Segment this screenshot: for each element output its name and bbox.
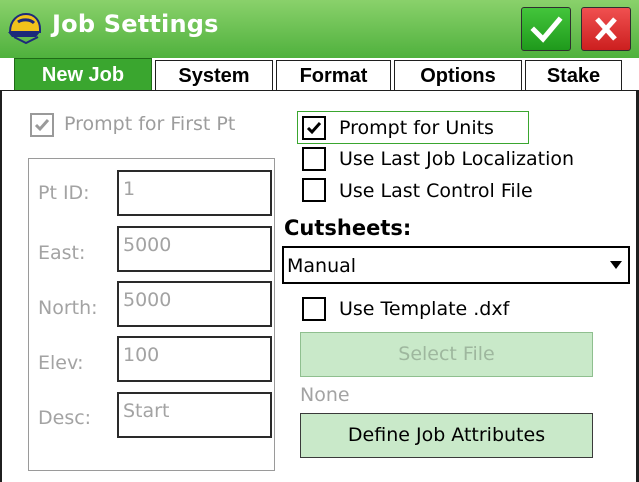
- tab-new-job[interactable]: New Job: [14, 58, 152, 91]
- east-label: East:: [38, 242, 86, 264]
- app-helmet-icon: [6, 10, 42, 46]
- tab-stake[interactable]: Stake: [525, 60, 622, 91]
- prompt-units-label: Prompt for Units: [339, 117, 494, 139]
- title-bar: Job Settings: [0, 0, 639, 58]
- close-button[interactable]: [581, 7, 631, 51]
- window-title: Job Settings: [52, 10, 219, 38]
- use-template-checkbox[interactable]: [302, 297, 326, 321]
- frame-border-left: [0, 91, 2, 482]
- prompt-first-pt-label: Prompt for First Pt: [64, 113, 236, 135]
- elev-field[interactable]: 100: [117, 336, 272, 382]
- define-job-attributes-button[interactable]: Define Job Attributes: [300, 413, 593, 458]
- dropdown-arrow-icon: [610, 261, 622, 269]
- checkmark-icon: [306, 122, 322, 135]
- prompt-first-pt-checkbox[interactable]: [30, 113, 54, 137]
- east-field[interactable]: 5000: [117, 226, 272, 272]
- tab-system[interactable]: System: [155, 60, 273, 91]
- ok-button[interactable]: [521, 7, 571, 51]
- cutsheets-dropdown[interactable]: Manual: [282, 246, 630, 284]
- desc-label: Desc:: [38, 407, 92, 429]
- cutsheets-value: Manual: [287, 255, 357, 277]
- use-last-control-checkbox[interactable]: [302, 178, 326, 202]
- use-template-label: Use Template .dxf: [339, 298, 510, 320]
- pt-id-field[interactable]: 1: [117, 170, 272, 216]
- use-last-control-label: Use Last Control File: [339, 180, 533, 202]
- job-settings-window: Job Settings New Job System Format Optio…: [0, 0, 639, 482]
- use-last-localization-label: Use Last Job Localization: [339, 148, 575, 170]
- north-label: North:: [38, 297, 98, 319]
- prompt-units-checkbox[interactable]: [302, 116, 326, 140]
- cutsheets-label: Cutsheets:: [284, 216, 412, 240]
- desc-field[interactable]: Start: [117, 392, 272, 438]
- file-status-text: None: [300, 384, 350, 406]
- checkmark-icon: [34, 119, 50, 132]
- tab-strip: New Job System Format Options Stake: [0, 58, 639, 91]
- tab-options[interactable]: Options: [394, 60, 522, 91]
- elev-label: Elev:: [38, 352, 84, 374]
- tab-divider: [0, 90, 639, 91]
- use-last-localization-checkbox[interactable]: [302, 147, 326, 171]
- select-file-button[interactable]: Select File: [300, 332, 593, 377]
- tab-format[interactable]: Format: [276, 60, 391, 91]
- pt-id-label: Pt ID:: [38, 182, 90, 204]
- north-field[interactable]: 5000: [117, 281, 272, 327]
